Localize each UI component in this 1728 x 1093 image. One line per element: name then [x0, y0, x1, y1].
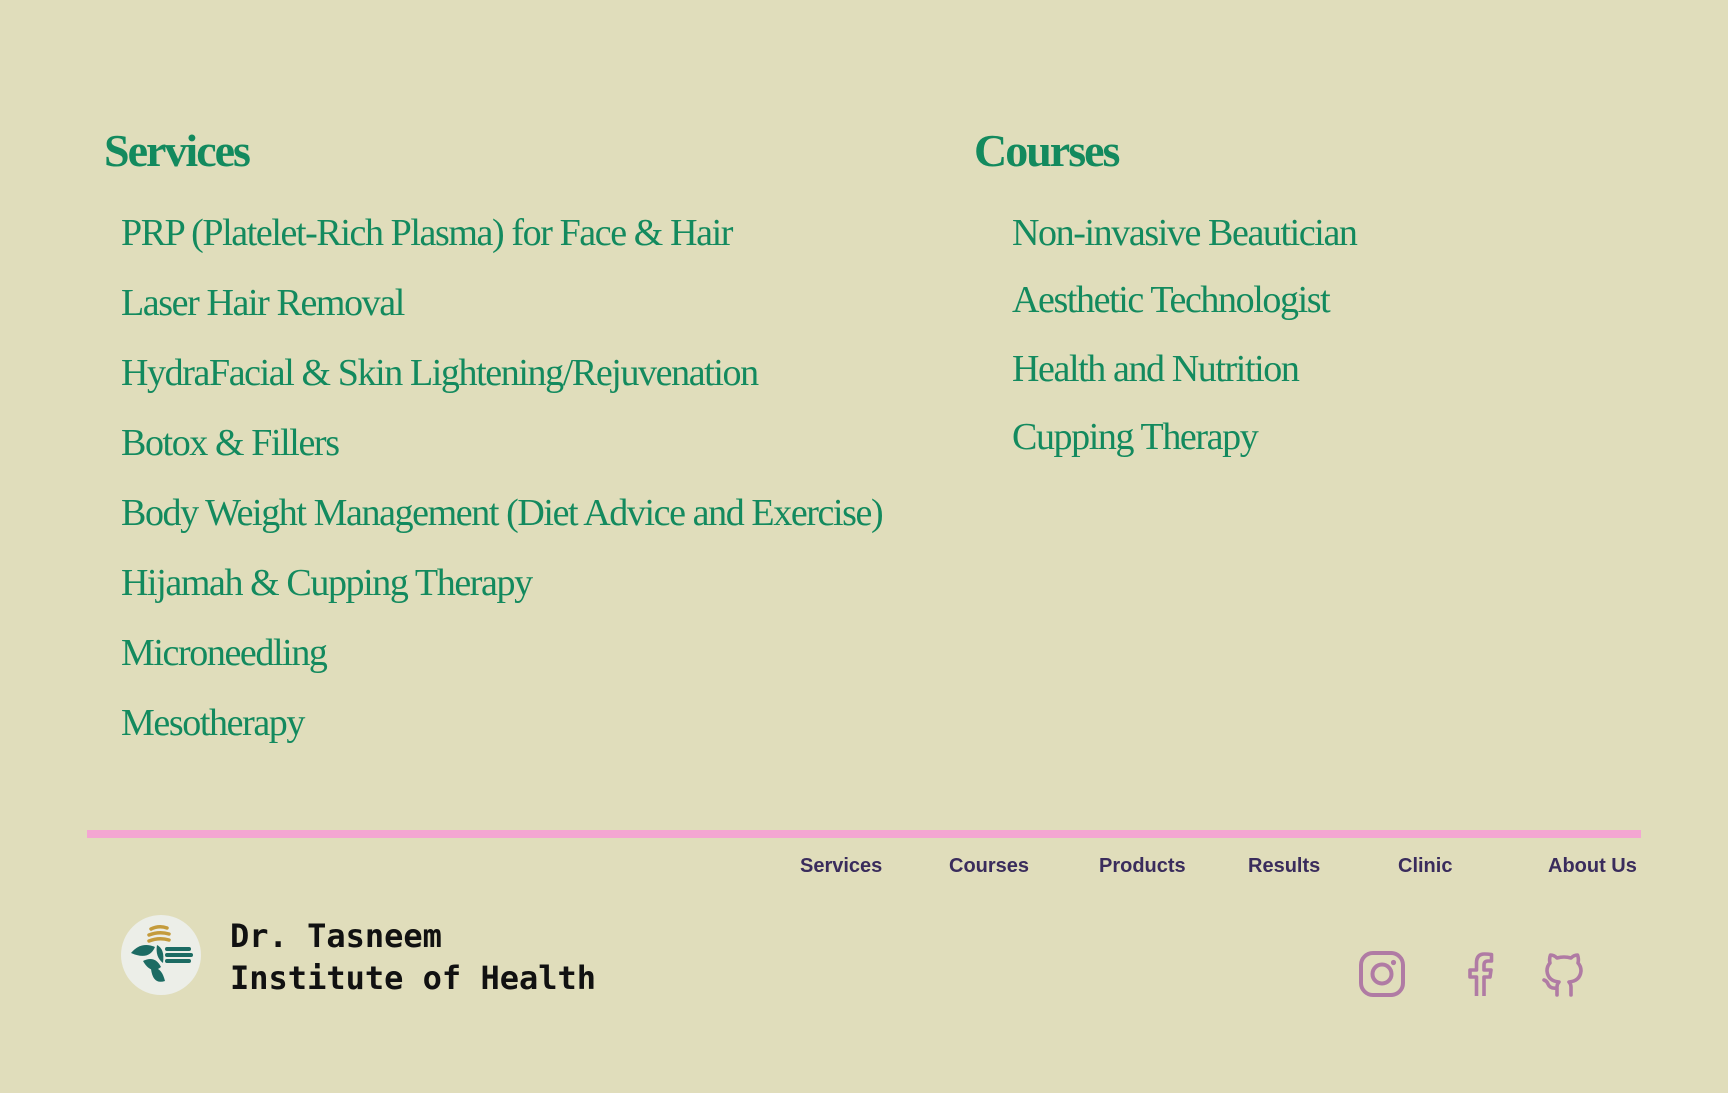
facebook-icon[interactable] [1455, 949, 1505, 999]
institute-logo[interactable] [121, 915, 201, 995]
service-item[interactable]: PRP (Platelet-Rich Plasma) for Face & Ha… [121, 214, 733, 252]
service-item[interactable]: Mesotherapy [121, 704, 305, 742]
footer-nav-results[interactable]: Results [1248, 854, 1320, 878]
courses-heading: Courses [974, 125, 1120, 176]
footer-nav-about-us[interactable]: About Us [1548, 854, 1637, 878]
course-item[interactable]: Non-invasive Beautician [1012, 214, 1358, 252]
course-item[interactable]: Aesthetic Technologist [1012, 281, 1331, 319]
medical-cross-logo-icon [131, 924, 193, 982]
footer-nav-courses[interactable]: Courses [949, 854, 1029, 878]
service-item[interactable]: Hijamah & Cupping Therapy [121, 564, 533, 602]
brand-name-line1: Dr. Tasneem [230, 917, 442, 955]
footer-nav-clinic[interactable]: Clinic [1398, 854, 1452, 878]
service-item[interactable]: Body Weight Management (Diet Advice and … [121, 494, 884, 532]
github-icon[interactable] [1539, 949, 1589, 999]
service-item[interactable]: Laser Hair Removal [121, 284, 405, 322]
service-item[interactable]: Microneedling [121, 634, 328, 672]
course-item[interactable]: Cupping Therapy [1012, 418, 1259, 456]
footer-nav-products[interactable]: Products [1099, 854, 1186, 878]
footer-divider [87, 830, 1641, 838]
instagram-icon[interactable] [1357, 949, 1407, 999]
brand-name-line2: Institute of Health [230, 959, 597, 997]
services-heading: Services [104, 125, 251, 176]
course-item[interactable]: Health and Nutrition [1012, 350, 1300, 388]
service-item[interactable]: Botox & Fillers [121, 424, 340, 462]
footer-nav-services[interactable]: Services [800, 854, 882, 878]
service-item[interactable]: HydraFacial & Skin Lightening/Rejuvenati… [121, 354, 759, 392]
